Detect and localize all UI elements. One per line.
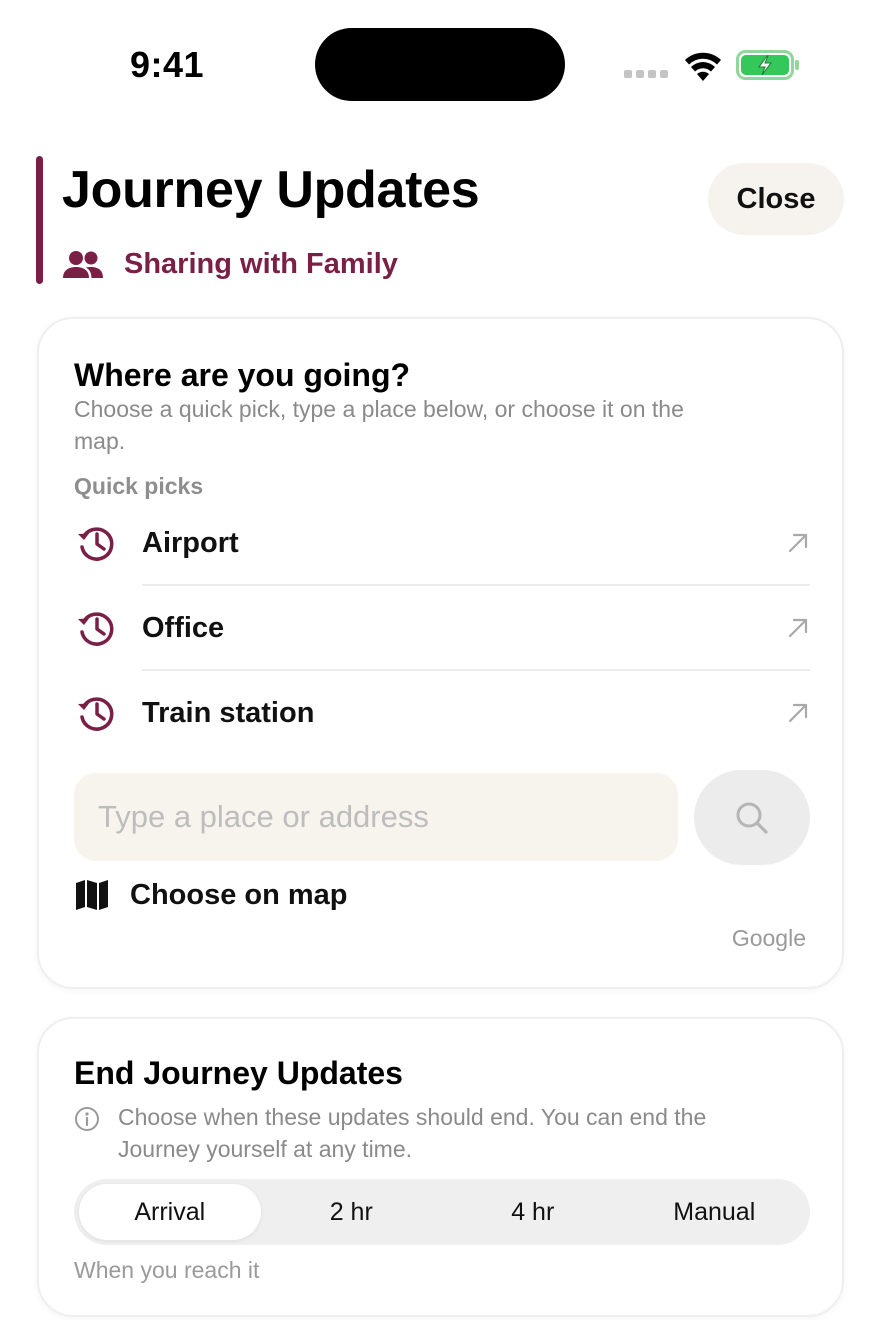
history-icon bbox=[78, 612, 114, 646]
map-icon bbox=[76, 880, 108, 910]
page-title: Journey Updates bbox=[62, 161, 480, 219]
search-icon bbox=[736, 802, 768, 834]
history-icon bbox=[78, 697, 114, 731]
quick-pick-airport[interactable]: Airport bbox=[74, 501, 810, 586]
close-button[interactable]: Close bbox=[708, 163, 844, 235]
quick-pick-label: Office bbox=[142, 612, 225, 644]
quick-pick-office[interactable]: Office bbox=[74, 586, 810, 671]
header: Journey Updates Sharing with Family Clos… bbox=[0, 150, 880, 290]
choose-on-map-label: Choose on map bbox=[130, 878, 348, 911]
battery-charging-icon bbox=[736, 50, 799, 80]
arrow-up-right-icon bbox=[788, 703, 808, 723]
header-accent-bar bbox=[36, 156, 43, 284]
end-updates-card: End Journey Updates Choose when these up… bbox=[37, 1017, 844, 1317]
end-option-segmented-control: Arrival 2 hr 4 hr Manual bbox=[74, 1179, 810, 1245]
destination-card: Where are you going? Choose a quick pick… bbox=[37, 317, 844, 989]
sharing-status: Sharing with Family bbox=[62, 248, 398, 281]
info-icon bbox=[75, 1107, 99, 1131]
wifi-icon bbox=[685, 52, 721, 81]
destination-subtitle: Choose a quick pick, type a place below,… bbox=[74, 396, 684, 454]
search-button[interactable] bbox=[694, 770, 810, 865]
segment-2-hr[interactable]: 2 hr bbox=[261, 1184, 443, 1240]
segment-manual[interactable]: Manual bbox=[624, 1184, 806, 1240]
segment-4-hr[interactable]: 4 hr bbox=[442, 1184, 624, 1240]
place-search-input[interactable] bbox=[74, 773, 678, 861]
choose-on-map-button[interactable]: Choose on map bbox=[74, 877, 348, 913]
quick-picks-list: Airport Office Train station bbox=[74, 501, 810, 756]
dynamic-island bbox=[315, 28, 565, 101]
quick-pick-train-station[interactable]: Train station bbox=[74, 671, 810, 756]
sharing-label: Sharing with Family bbox=[124, 248, 398, 280]
map-attribution: Google bbox=[731, 925, 806, 951]
segment-arrival[interactable]: Arrival bbox=[79, 1184, 261, 1240]
quick-pick-label: Train station bbox=[142, 697, 315, 729]
cellular-signal-icon bbox=[624, 70, 668, 78]
quick-picks-label: Quick picks bbox=[74, 473, 204, 499]
status-time: 9:41 bbox=[130, 44, 205, 85]
arrow-up-right-icon bbox=[788, 533, 808, 553]
quick-pick-label: Airport bbox=[142, 527, 239, 559]
end-updates-title: End Journey Updates bbox=[74, 1055, 403, 1091]
people-icon bbox=[63, 250, 103, 278]
selected-option-hint: When you reach it bbox=[74, 1257, 260, 1283]
end-updates-subtitle: Choose when these updates should end. Yo… bbox=[118, 1104, 707, 1162]
destination-title: Where are you going? bbox=[74, 357, 411, 393]
arrow-up-right-icon bbox=[788, 618, 808, 638]
status-bar: 9:41 bbox=[0, 0, 880, 130]
history-icon bbox=[78, 527, 114, 561]
